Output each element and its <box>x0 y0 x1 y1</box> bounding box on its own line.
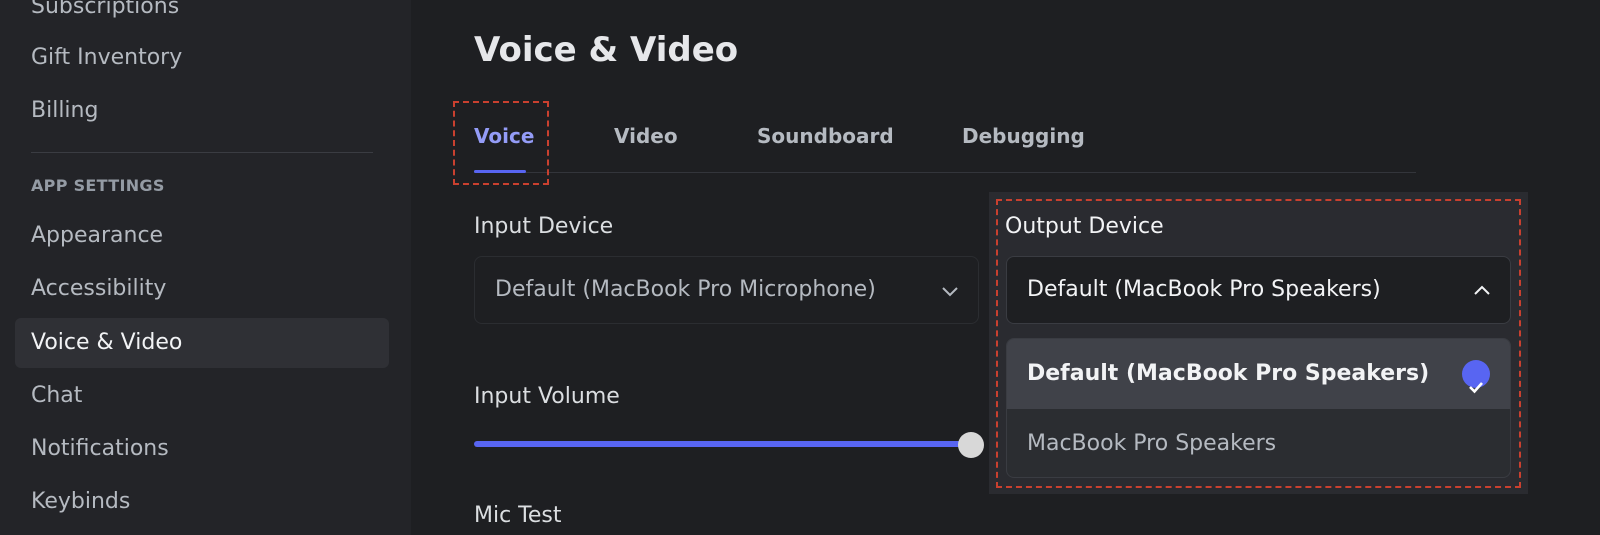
sidebar-item-label: Billing <box>31 98 99 123</box>
input-volume-slider-track[interactable] <box>474 441 972 447</box>
sidebar-item-label: Appearance <box>31 223 164 248</box>
sidebar-item-keybinds[interactable]: Keybinds <box>15 477 389 527</box>
sidebar-item-label: Keybinds <box>31 489 131 514</box>
sidebar-item-notifications[interactable]: Notifications <box>15 424 389 474</box>
sidebar-item-accessibility[interactable]: Accessibility <box>15 264 389 314</box>
input-device-select[interactable]: Default (MacBook Pro Microphone) <box>474 256 979 324</box>
sidebar-item-label: Gift Inventory <box>31 45 183 70</box>
page-title: Voice & Video <box>474 30 739 70</box>
sidebar-item-subscriptions[interactable]: Subscriptions <box>15 0 389 32</box>
sidebar-item-label: Chat <box>31 383 83 408</box>
input-device-value: Default (MacBook Pro Microphone) <box>495 277 876 302</box>
sidebar-divider <box>31 152 373 153</box>
input-volume-label: Input Volume <box>474 384 620 409</box>
sidebar-item-appearance[interactable]: Appearance <box>15 211 389 261</box>
tabs-divider <box>474 172 1416 173</box>
chevron-down-icon <box>942 287 958 297</box>
tab-highlight-box <box>453 101 549 185</box>
tab-debugging[interactable]: Debugging <box>962 124 1085 148</box>
sidebar-item-label: Accessibility <box>31 276 167 301</box>
sidebar-item-chat[interactable]: Chat <box>15 371 389 421</box>
tab-soundboard[interactable]: Soundboard <box>757 124 894 148</box>
sidebar-item-label: Notifications <box>31 436 169 461</box>
input-device-label: Input Device <box>474 214 614 239</box>
sidebar-item-voice-video[interactable]: Voice & Video <box>15 318 389 368</box>
input-volume-slider-handle[interactable] <box>958 432 984 458</box>
sidebar-item-billing[interactable]: Billing <box>15 86 389 136</box>
sidebar-item-label: Voice & Video <box>31 330 183 355</box>
mic-test-label: Mic Test <box>474 503 562 528</box>
sidebar-item-gift-inventory[interactable]: Gift Inventory <box>15 33 389 83</box>
output-highlight-box <box>996 199 1521 488</box>
sidebar-section-header: APP SETTINGS <box>31 176 165 195</box>
sidebar-item-label: Subscriptions <box>31 0 180 19</box>
settings-sidebar: Subscriptions Gift Inventory Billing APP… <box>0 0 411 535</box>
tab-video[interactable]: Video <box>614 124 678 148</box>
